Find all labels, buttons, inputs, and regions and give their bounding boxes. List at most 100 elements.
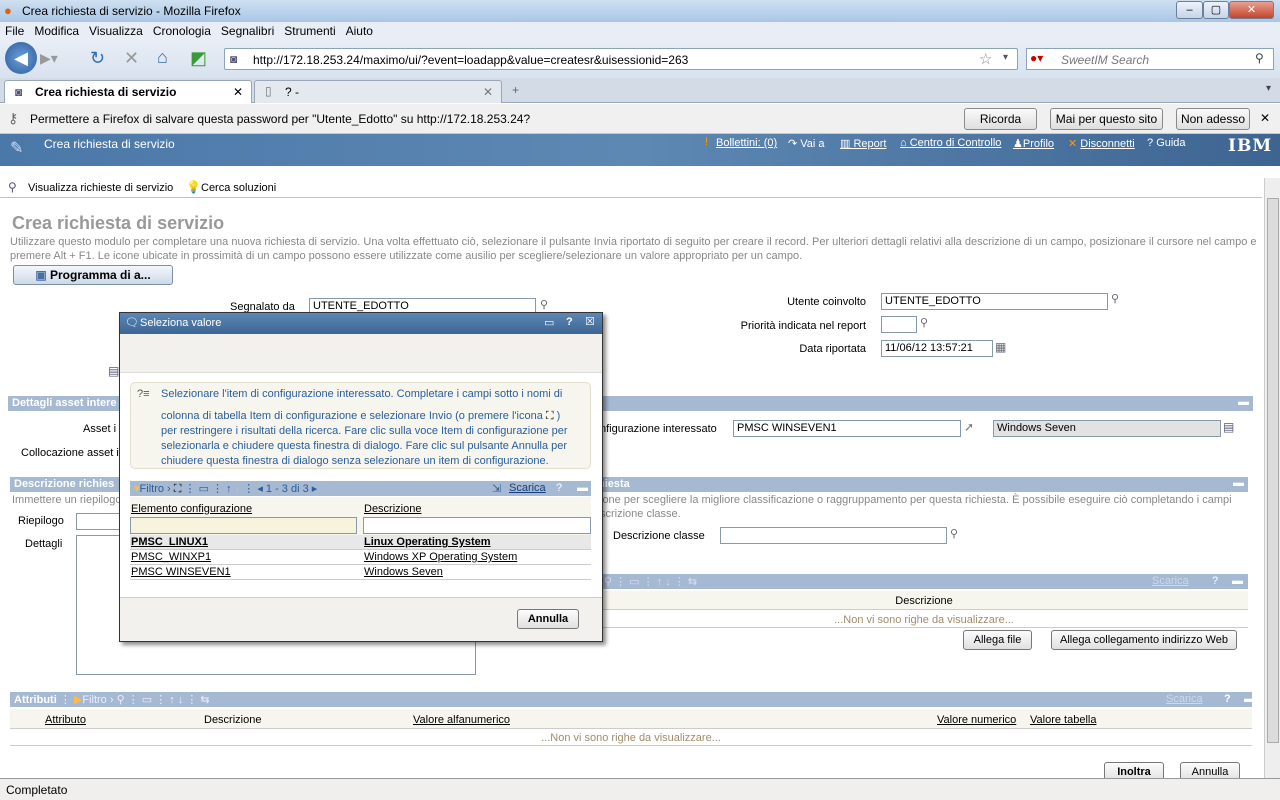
col-numeric[interactable]: Valore numerico [937, 714, 1016, 726]
col-attribute[interactable]: Attributo [45, 714, 86, 726]
row-ci[interactable]: PMSC_WINXP1 [131, 551, 211, 563]
affected-user-lookup-icon[interactable]: ⚲ [1111, 292, 1119, 305]
help-link[interactable]: ? Guida [1147, 137, 1186, 149]
schedule-button[interactable]: ▣ Programma di a... [13, 265, 173, 285]
clear-filter-icon[interactable]: ▭ [199, 483, 209, 495]
collapse-icon[interactable]: ▬ [1232, 575, 1243, 587]
close-button[interactable]: ✕ [1229, 1, 1274, 19]
col-table-value[interactable]: Valore tabella [1030, 714, 1096, 726]
view-requests-link[interactable]: Visualizza richieste di servizio [28, 182, 173, 194]
row-ci[interactable]: PMSC_LINUX1 [131, 536, 208, 548]
affected-user-input[interactable]: UTENTE_EDOTTO [881, 293, 1108, 310]
row-description[interactable]: Linux Operating System [364, 536, 491, 548]
collapse-icon[interactable]: ▬ [1238, 396, 1249, 408]
menu-edit[interactable]: Modifica [29, 22, 84, 40]
back-icon[interactable]: ◀ [5, 42, 37, 74]
priority-input[interactable] [881, 316, 917, 333]
profile-link[interactable]: ♟Profilo [1013, 137, 1054, 150]
attributes-filter[interactable]: ⋮ ▶Filtro › ⚲ ⋮ ▭ ⋮ ↑ ↓ ⋮ ⇆ [60, 694, 210, 706]
never-for-site-button[interactable]: Mai per questo sito [1050, 108, 1163, 130]
dialog-row[interactable]: PMSC_WINXP1 Windows XP Operating System [130, 550, 591, 565]
prev-page-icon[interactable]: ◂ [257, 483, 263, 495]
dialog-table-help-icon[interactable]: ? [556, 482, 562, 494]
date-reported-input[interactable]: 11/06/12 13:57:21 [881, 340, 993, 357]
attach-url-button[interactable]: Allega collegamento indirizzo Web [1051, 630, 1237, 650]
reported-by-lookup-icon[interactable]: ⚲ [540, 298, 548, 311]
row-description[interactable]: Windows XP Operating System [364, 551, 517, 563]
home-icon[interactable]: ⌂ [157, 47, 168, 68]
collapse-icon[interactable]: ▬ [1233, 477, 1244, 489]
attachments-download-link[interactable]: Scarica [1152, 575, 1189, 587]
menu-view[interactable]: Visualizza [84, 22, 148, 40]
ci-filter-input[interactable] [130, 517, 357, 534]
menu-tools[interactable]: Strumenti [279, 22, 340, 40]
priority-lookup-icon[interactable]: ⚲ [920, 316, 928, 329]
tab-close-icon[interactable]: ✕ [233, 85, 243, 99]
attributes-help-icon[interactable]: ? [1224, 693, 1231, 705]
reload-icon[interactable]: ↻ [90, 48, 105, 69]
menu-history[interactable]: Cronologia [148, 22, 216, 40]
dialog-cancel-button[interactable]: Annulla [517, 609, 579, 629]
attachments-help-icon[interactable]: ? [1212, 575, 1218, 587]
row-description[interactable]: Windows Seven [364, 566, 443, 578]
list-icon[interactable]: ▤ [108, 364, 119, 378]
class-description-input[interactable] [720, 527, 947, 544]
dialog-help-icon[interactable]: ? [566, 316, 573, 328]
tab-blank[interactable]: ▯ ? - ✕ [254, 80, 502, 103]
dialog-close-icon[interactable]: ☒ [585, 315, 595, 328]
menu-help[interactable]: Aiuto [341, 22, 378, 40]
start-center-link[interactable]: ⌂ Centro di Controllo [900, 137, 1001, 149]
page-scrollbar[interactable] [1264, 178, 1280, 778]
dialog-filter[interactable]: Filtro [140, 483, 164, 495]
remember-button[interactable]: Ricorda [964, 108, 1037, 130]
search-solutions-link[interactable]: Cerca soluzioni [201, 182, 276, 194]
sweetim-icon[interactable]: ●▾ [1030, 51, 1043, 65]
tab-list-icon[interactable]: ▾ [1266, 83, 1271, 94]
ci-details-icon[interactable]: ▤ [1223, 420, 1234, 434]
col-alphanumeric[interactable]: Valore alfanumerico [413, 714, 510, 726]
sort-up-icon[interactable]: ↑ [226, 483, 232, 495]
calendar-icon[interactable]: ▦ [995, 340, 1006, 354]
bookmark-star-icon[interactable]: ☆ [979, 50, 992, 68]
scrollbar-thumb[interactable] [1267, 198, 1279, 743]
goto-link[interactable]: ↷ Vai a [788, 137, 825, 150]
forward-icon[interactable]: ▶▾ [40, 50, 66, 68]
collapse-icon[interactable]: ▬ [577, 482, 588, 494]
tab-close-icon[interactable]: ✕ [483, 85, 493, 99]
search-icon[interactable]: ⚲ [1255, 51, 1264, 65]
binoculars-icon[interactable]: ⛶ [174, 483, 182, 495]
col-ci[interactable]: Elemento configurazione [131, 503, 252, 515]
menu-bookmarks[interactable]: Segnalibri [216, 22, 279, 40]
collapse-icon[interactable]: ▬ [1244, 693, 1255, 705]
maximize-button[interactable]: ▢ [1203, 1, 1229, 19]
dialog-maximize-icon[interactable]: ▭ [544, 316, 554, 329]
report-link[interactable]: ▥ Report [840, 137, 886, 150]
ci-goto-icon[interactable]: ➚ [964, 420, 974, 434]
bulletins-link[interactable]: Bollettini: (0) [716, 137, 777, 149]
close-notification-icon[interactable]: ✕ [1260, 111, 1270, 125]
dialog-row[interactable]: PMSC WINSEVEN1 Windows Seven [130, 565, 591, 580]
class-lookup-icon[interactable]: ⚲ [950, 527, 958, 540]
tab-crea-richiesta[interactable]: ◙ Crea richiesta di servizio ✕ [4, 80, 252, 103]
description-filter-input[interactable] [363, 517, 591, 534]
col-ci-description[interactable]: Descrizione [364, 503, 421, 515]
next-page-icon[interactable]: ▸ [312, 483, 318, 495]
attributes-download-link[interactable]: Scarica [1166, 693, 1203, 705]
addon-icon[interactable]: ◩ [190, 48, 207, 69]
signout-link[interactable]: ✕ Disconnetti [1068, 137, 1135, 150]
dialog-title-bar[interactable]: 🗨 Seleziona valore ▭ ? ☒ [120, 313, 602, 334]
download-icon[interactable]: ⇲ [492, 482, 501, 495]
row-ci[interactable]: PMSC WINSEVEN1 [131, 566, 231, 578]
attach-file-button[interactable]: Allega file [963, 630, 1032, 650]
ci-input[interactable]: PMSC WINSEVEN1 [733, 420, 961, 437]
dialog-download-link[interactable]: Scarica [509, 482, 546, 494]
minimize-button[interactable]: – [1176, 1, 1203, 19]
dialog-row-selected[interactable]: PMSC_LINUX1 Linux Operating System [130, 535, 591, 550]
search-box[interactable]: ●▾ SweetIM Search ⚲ [1026, 48, 1274, 70]
not-now-button[interactable]: Non adesso [1176, 108, 1250, 130]
menu-file[interactable]: File [0, 22, 29, 40]
new-tab-button[interactable]: + [512, 83, 519, 97]
stop-icon[interactable]: ✕ [124, 48, 139, 69]
url-dropdown-icon[interactable]: ▾ [1003, 52, 1008, 63]
sort-down-icon[interactable]: ↓ [235, 483, 241, 495]
